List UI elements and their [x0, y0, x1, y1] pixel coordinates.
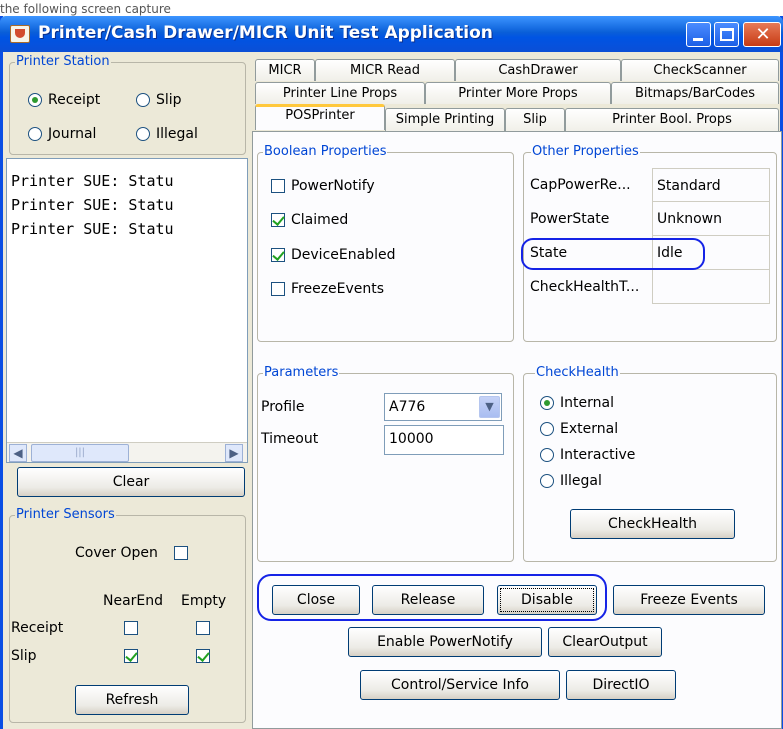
- receipt-empty-checkbox[interactable]: [196, 621, 210, 635]
- powernotify-label: PowerNotify: [291, 178, 375, 194]
- timeout-input[interactable]: 10000: [384, 425, 504, 455]
- log-line: Printer SUE: Statu: [11, 220, 174, 238]
- chevron-down-icon[interactable]: ▼: [479, 396, 500, 418]
- prop-value-cell: Unknown: [652, 202, 770, 236]
- claimed-checkbox[interactable]: [271, 213, 285, 227]
- deviceenabled-checkbox[interactable]: [271, 248, 285, 262]
- window-title: Printer/Cash Drawer/MICR Unit Test Appli…: [38, 23, 493, 43]
- maximize-button[interactable]: [714, 22, 739, 47]
- cover-open-label: Cover Open: [75, 545, 158, 561]
- log-line: Printer SUE: Statu: [11, 172, 174, 190]
- tab-micr-read[interactable]: MICR Read: [315, 59, 455, 81]
- profile-label: Profile: [261, 399, 305, 415]
- disable-button[interactable]: Disable: [497, 585, 597, 615]
- station-journal-label: Journal: [48, 126, 97, 142]
- station-receipt-radio[interactable]: [28, 93, 42, 107]
- status-log-area[interactable]: Printer SUE: Statu Printer SUE: Statu Prin…: [6, 158, 248, 463]
- tab-slip[interactable]: Slip: [505, 108, 565, 132]
- previous-page-text-fragment: the following screen capture: [0, 2, 171, 16]
- boolean-properties-title: Boolean Properties: [263, 144, 388, 159]
- checkhealth-external-label: External: [560, 421, 619, 437]
- timeout-label: Timeout: [261, 431, 319, 447]
- app-root: the following screen capture Printer/Cas…: [0, 0, 783, 729]
- close-icon: ✕: [755, 24, 771, 45]
- tab-bitmaps-barcodes[interactable]: Bitmaps/BarCodes: [611, 82, 779, 104]
- tab-printer-more-props[interactable]: Printer More Props: [425, 82, 611, 104]
- checkhealth-internal-radio[interactable]: [540, 396, 554, 410]
- prop-name-cell: PowerState: [530, 211, 610, 227]
- checkhealth-external-radio[interactable]: [540, 422, 554, 436]
- printer-sensors-title: Printer Sensors: [15, 507, 116, 522]
- tab-simple-printing[interactable]: Simple Printing: [385, 108, 505, 132]
- prop-name-cell: CheckHealthT...: [530, 279, 640, 295]
- slip-empty-checkbox[interactable]: [196, 649, 210, 663]
- prop-name-cell: CapPowerRe...: [530, 177, 631, 193]
- clear-log-button[interactable]: Clear: [17, 467, 245, 497]
- tab-checkscanner[interactable]: CheckScanner: [621, 59, 779, 81]
- log-horizontal-scrollbar[interactable]: ◀ ||| ▶: [7, 442, 247, 462]
- checkhealth-illegal-label: Illegal: [560, 473, 602, 489]
- empty-header: Empty: [181, 593, 227, 609]
- profile-value: A776: [389, 399, 426, 415]
- tab-micr[interactable]: MICR: [255, 59, 315, 81]
- station-illegal-label: Illegal: [156, 126, 198, 142]
- minimize-button[interactable]: [686, 22, 711, 47]
- station-journal-radio[interactable]: [28, 127, 42, 141]
- cover-open-checkbox[interactable]: [174, 546, 188, 560]
- prop-value-cell: [652, 270, 770, 304]
- title-bar[interactable]: Printer/Cash Drawer/MICR Unit Test Appli…: [0, 16, 783, 52]
- minimize-icon: [693, 38, 703, 41]
- enable-powernotify-button[interactable]: Enable PowerNotify: [348, 627, 542, 657]
- tab-printer-line-props[interactable]: Printer Line Props: [255, 82, 425, 104]
- station-receipt-label: Receipt: [48, 92, 101, 108]
- powernotify-checkbox[interactable]: [271, 179, 285, 193]
- sensor-receipt-label: Receipt: [11, 620, 64, 636]
- log-line: Printer SUE: Statu: [11, 196, 174, 214]
- printer-station-title: Printer Station: [15, 54, 111, 69]
- station-slip-radio[interactable]: [136, 93, 150, 107]
- slip-nearend-checkbox[interactable]: [124, 649, 138, 663]
- tab-posprinter[interactable]: POSPrinter: [255, 104, 385, 130]
- other-properties-title: Other Properties: [531, 144, 640, 159]
- freeze-events-button[interactable]: Freeze Events: [613, 585, 765, 615]
- profile-select[interactable]: A776 ▼: [384, 393, 502, 421]
- claimed-label: Claimed: [291, 212, 349, 228]
- close-window-button[interactable]: ✕: [743, 22, 781, 47]
- state-highlight-annotation: [521, 238, 705, 270]
- station-slip-label: Slip: [156, 92, 182, 108]
- refresh-button[interactable]: Refresh: [75, 685, 189, 715]
- checkhealth-title: CheckHealth: [535, 365, 620, 380]
- scroll-right-arrow-icon[interactable]: ▶: [225, 444, 243, 462]
- clear-output-button[interactable]: ClearOutput: [548, 627, 662, 657]
- parameters-title: Parameters: [263, 365, 340, 380]
- java-cup-icon: [10, 25, 30, 43]
- release-button[interactable]: Release: [372, 585, 484, 615]
- checkhealth-interactive-label: Interactive: [560, 447, 636, 463]
- checkhealth-interactive-radio[interactable]: [540, 448, 554, 462]
- prop-value-cell: Standard: [652, 168, 770, 202]
- close-button[interactable]: Close: [272, 585, 360, 615]
- maximize-icon: [720, 28, 734, 41]
- station-illegal-radio[interactable]: [136, 127, 150, 141]
- scroll-left-arrow-icon[interactable]: ◀: [9, 444, 27, 462]
- sensor-slip-label: Slip: [11, 648, 37, 664]
- control-service-info-button[interactable]: Control/Service Info: [360, 670, 560, 700]
- directio-button[interactable]: DirectIO: [566, 670, 676, 700]
- checkhealth-internal-label: Internal: [560, 395, 614, 411]
- checkhealth-illegal-radio[interactable]: [540, 474, 554, 488]
- freezeevents-checkbox[interactable]: [271, 282, 285, 296]
- status-log-lines: Printer SUE: Statu Printer SUE: Statu Prin…: [11, 169, 174, 241]
- checkhealth-button[interactable]: CheckHealth: [570, 509, 735, 539]
- tab-cashdrawer[interactable]: CashDrawer: [455, 59, 621, 81]
- receipt-nearend-checkbox[interactable]: [124, 621, 138, 635]
- deviceenabled-label: DeviceEnabled: [291, 247, 396, 263]
- scroll-thumb[interactable]: |||: [31, 444, 129, 462]
- printer-station-group: [9, 62, 246, 155]
- nearend-header: NearEnd: [103, 593, 164, 609]
- tab-printer-bool-props[interactable]: Printer Bool. Props: [565, 108, 779, 132]
- freezeevents-label: FreezeEvents: [291, 281, 385, 297]
